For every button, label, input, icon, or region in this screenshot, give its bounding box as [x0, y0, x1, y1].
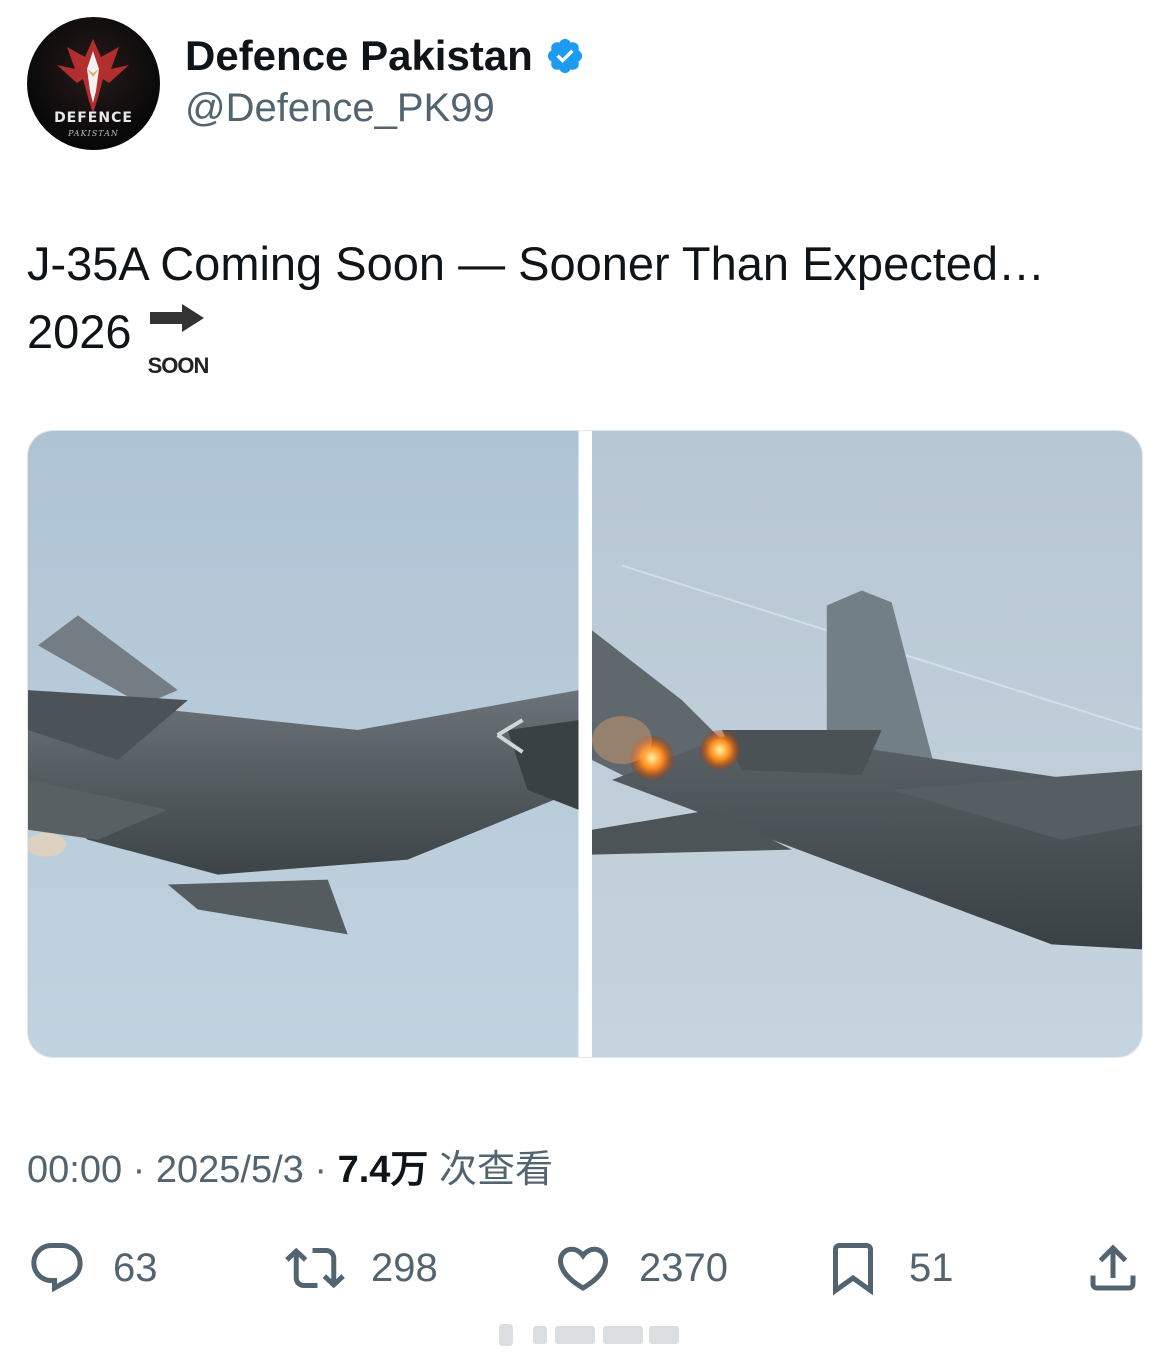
like-count: 2370	[639, 1245, 728, 1290]
views-count: 7.4万	[337, 1149, 429, 1191]
share-button[interactable]	[1083, 1236, 1143, 1300]
soon-arrow-emoji: SOON	[146, 302, 212, 378]
retweet-icon	[285, 1247, 345, 1289]
verified-badge-icon	[547, 38, 582, 74]
fighter-jet-photo	[28, 431, 579, 1057]
tweet-text: J-35A Coming Soon — Sooner Than Expected…	[27, 230, 1147, 378]
like-button[interactable]: 2370	[553, 1236, 728, 1300]
soon-emoji-label: SOON	[147, 353, 210, 378]
reply-count: 63	[113, 1245, 158, 1290]
watermark-icon	[499, 1324, 679, 1346]
media-photo-2[interactable]	[591, 431, 1142, 1057]
bookmark-icon	[833, 1243, 873, 1296]
avatar[interactable]: DEFENCE PAKISTAN	[27, 17, 160, 150]
author-name-row[interactable]: Defence Pakistan	[185, 32, 585, 80]
media-photo-1[interactable]	[28, 431, 579, 1057]
tweet-date[interactable]: 2025/5/3	[156, 1149, 304, 1191]
share-icon	[1090, 1244, 1136, 1291]
tweet-meta: 00:00 · 2025/5/3 · 7.4万 次查看	[27, 1138, 553, 1193]
media-grid[interactable]	[27, 430, 1143, 1058]
avatar-subtext: PAKISTAN	[68, 129, 119, 138]
bookmark-button[interactable]: 51	[823, 1236, 954, 1300]
tweet-time[interactable]: 00:00	[27, 1149, 122, 1191]
fighter-jet-photo	[591, 431, 1142, 1057]
right-arrow-icon	[149, 304, 204, 332]
bookmark-count: 51	[909, 1245, 954, 1290]
author-handle[interactable]: @Defence_PK99	[185, 86, 495, 131]
retweet-button[interactable]: 298	[285, 1236, 438, 1300]
retweet-count: 298	[371, 1245, 438, 1290]
views-label: 次查看	[428, 1149, 553, 1191]
tweet-actions: 63 298 2370 51	[27, 1236, 1143, 1300]
tweet-text-line-2: 2026 SOON	[27, 298, 1147, 378]
heart-icon	[557, 1246, 609, 1291]
reply-button[interactable]: 63	[27, 1236, 158, 1300]
tweet-year: 2026	[27, 305, 132, 358]
display-name[interactable]: Defence Pakistan	[185, 32, 533, 80]
avatar-wordmark: DEFENCE	[54, 110, 133, 126]
reply-icon	[31, 1243, 83, 1293]
tweet-text-line-1: J-35A Coming Soon — Sooner Than Expected…	[27, 237, 1046, 290]
meta-separator: ·	[303, 1149, 338, 1191]
meta-separator: ·	[122, 1149, 156, 1191]
